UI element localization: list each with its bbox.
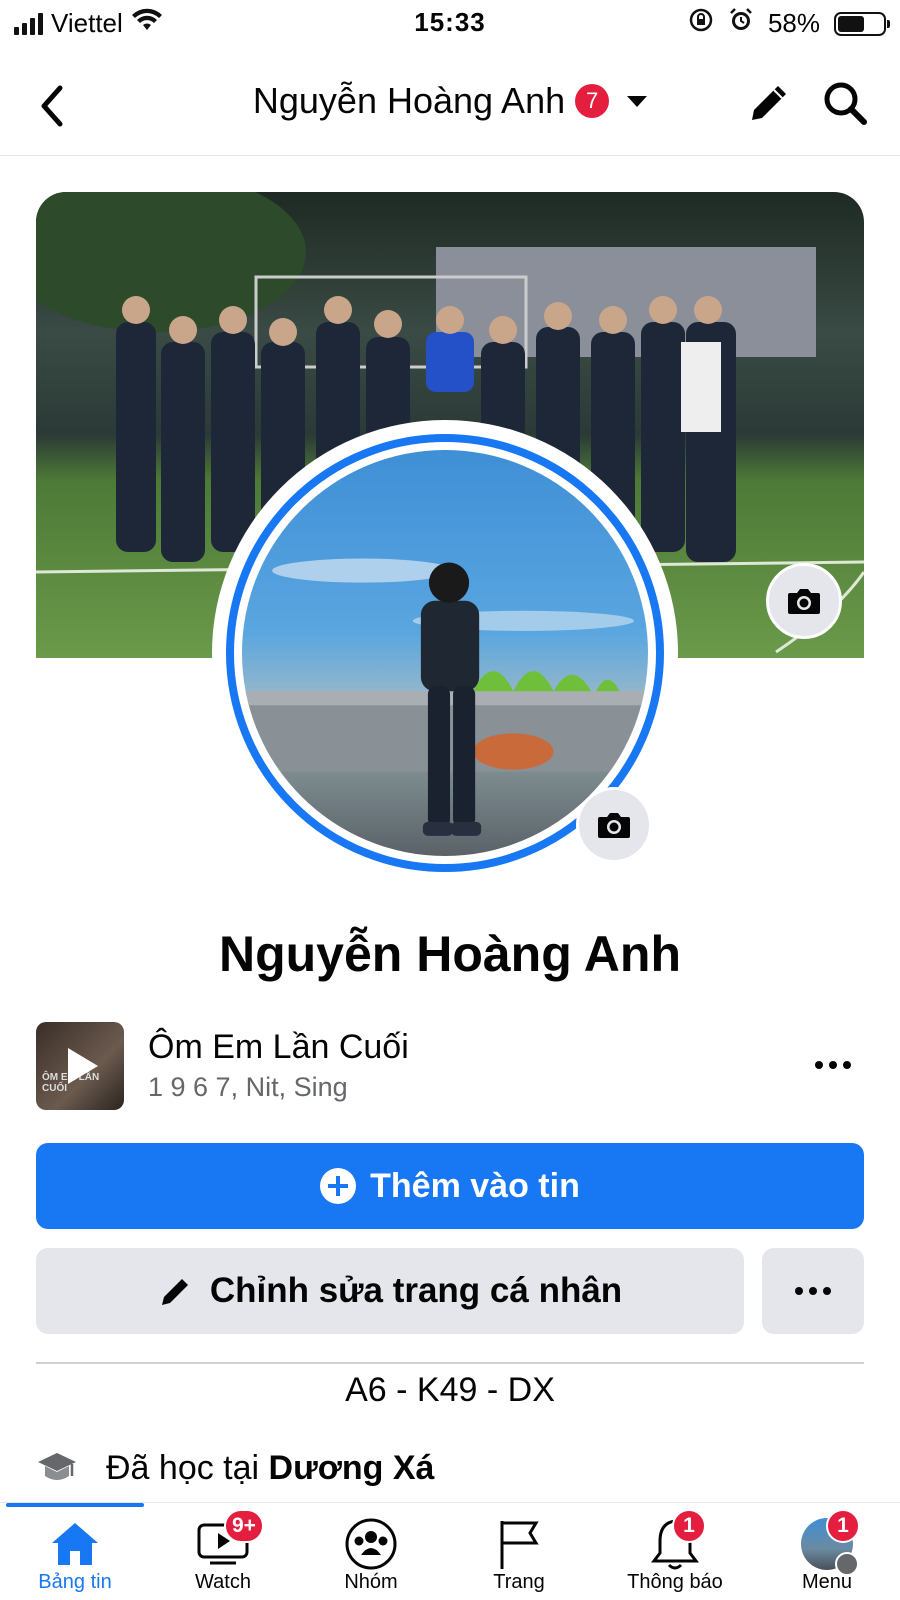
avatar <box>242 450 648 856</box>
profile-name: Nguyễn Hoàng Anh <box>218 926 681 982</box>
graduation-cap-icon <box>38 1453 76 1480</box>
add-to-story-button[interactable]: Thêm vào tin <box>36 1143 864 1229</box>
tab-news-feed[interactable]: Bảng tin <box>0 1513 150 1599</box>
play-icon <box>68 1048 98 1084</box>
search-icon <box>824 82 867 125</box>
top-header: Nguyễn Hoàng Anh 7 <box>0 56 900 156</box>
watch-badge: 9+ <box>224 1509 264 1543</box>
search-button[interactable] <box>820 78 870 128</box>
music-more-button[interactable] <box>808 1050 858 1080</box>
education-text: Đã học tại Dương Xá <box>106 1449 434 1488</box>
status-right: 58% <box>688 7 890 40</box>
avatar-illustration <box>242 558 648 836</box>
edit-cover-button[interactable] <box>766 563 842 639</box>
add-to-story-label: Thêm vào tin <box>370 1166 580 1205</box>
tab-menu[interactable]: 1 Menu <box>752 1509 900 1599</box>
plus-circle-icon <box>320 1168 357 1204</box>
status-bar: Viettel 15:33 58% <box>0 0 900 46</box>
tab-pages[interactable]: Trang <box>444 1513 594 1599</box>
tab-label: Watch <box>195 1571 251 1593</box>
header-title: Nguyễn Hoàng Anh <box>252 80 566 121</box>
camera-icon <box>598 813 630 838</box>
alarm-icon <box>728 7 754 40</box>
tab-watch[interactable]: 9+ Watch <box>148 1509 298 1599</box>
groups-icon <box>341 1517 401 1571</box>
bottom-tab-bar: Bảng tin 9+ Watch Nhóm Trang 1 Thông báo… <box>0 1502 900 1600</box>
edit-avatar-button[interactable] <box>576 787 652 863</box>
edit-profile-label: Chỉnh sửa trang cá nhân <box>209 1271 623 1310</box>
profile-bio: A6 - K49 - DX <box>345 1371 555 1409</box>
notifications-badge: 1 <box>672 1509 706 1543</box>
music-title: Ôm Em Lần Cuối <box>148 1028 409 1066</box>
edit-profile-button[interactable]: Chỉnh sửa trang cá nhân <box>36 1248 744 1334</box>
rotation-lock-icon <box>688 7 714 40</box>
battery-percent: 58% <box>767 8 820 38</box>
camera-icon <box>788 589 820 614</box>
tab-label: Thông báo <box>627 1571 723 1593</box>
pencil-icon <box>161 1279 188 1305</box>
battery-icon <box>834 11 890 36</box>
music-artist: 1 9 6 7, Nit, Sing <box>148 1072 348 1102</box>
home-icon <box>45 1517 105 1571</box>
profile-music[interactable]: ÔM EM LẦN CUỐI Ôm Em Lần Cuối 1 9 6 7, N… <box>36 1022 864 1110</box>
menu-badge: 1 <box>826 1509 860 1543</box>
pencil-icon <box>752 86 786 120</box>
caret-down-icon <box>627 95 648 107</box>
tab-label: Nhóm <box>344 1571 398 1593</box>
tab-label: Menu <box>801 1571 853 1593</box>
flag-icon <box>489 1517 549 1571</box>
divider <box>36 1362 864 1364</box>
profile-more-button[interactable] <box>762 1248 864 1334</box>
education-row[interactable]: Đã học tại Dương Xá <box>36 1443 434 1493</box>
edit-button[interactable] <box>744 78 794 128</box>
tab-label: Trang <box>493 1571 545 1593</box>
tab-label: Bảng tin <box>38 1571 112 1593</box>
header-notification-badge: 7 <box>575 84 610 118</box>
education-school: Dương Xá <box>268 1448 435 1487</box>
music-thumbnail[interactable]: ÔM EM LẦN CUỐI <box>36 1022 124 1110</box>
active-tab-indicator <box>6 1503 144 1507</box>
more-dots-icon <box>815 1061 823 1069</box>
more-dots-icon <box>795 1287 803 1295</box>
tab-groups[interactable]: Nhóm <box>296 1513 446 1599</box>
education-prefix: Đã học tại <box>106 1448 269 1487</box>
tab-notifications[interactable]: 1 Thông báo <box>600 1509 750 1599</box>
